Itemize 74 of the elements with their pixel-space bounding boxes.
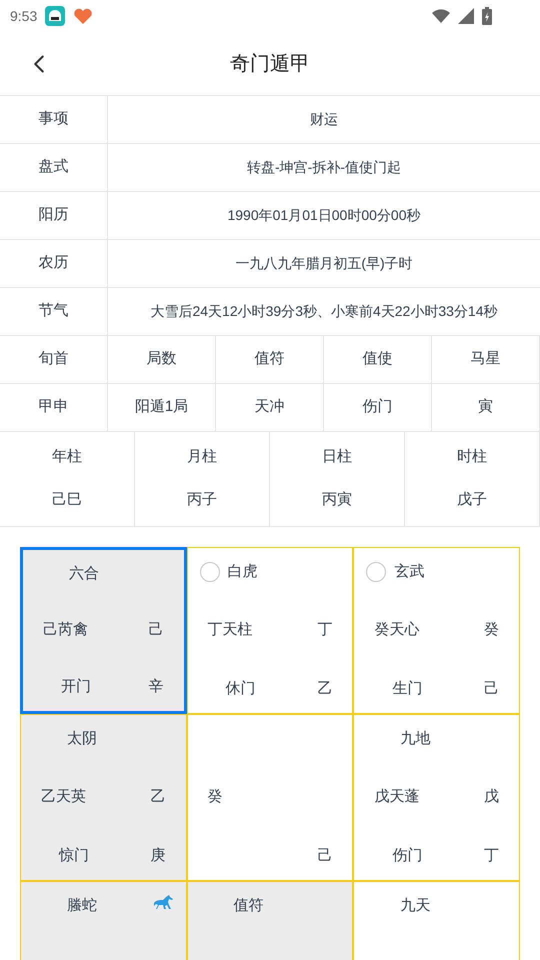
row-label: 事项 (0, 96, 108, 143)
star-label: 戊天蓬 (374, 787, 420, 808)
summary-value: 伤门 (324, 384, 432, 431)
door-label: 开门 (60, 676, 91, 697)
summary-header: 局数 (108, 336, 216, 383)
pillar-value: 己巳 (52, 490, 82, 510)
stem-label: 己 (148, 620, 164, 640)
pillar-header: 月柱 (187, 447, 217, 468)
star-label: 癸天心 (374, 620, 420, 640)
pillar-value: 丙寅 (322, 490, 352, 510)
row-label: 阳历 (0, 192, 108, 239)
door-label: 伤门 (391, 846, 422, 866)
signal-icon (458, 8, 474, 24)
stem-label: 丁 (317, 620, 332, 640)
status-time: 9:53 (10, 6, 38, 26)
stem-label: 丁 (484, 846, 499, 866)
deity-label: 九天 (400, 896, 430, 916)
stem-label: 己 (484, 678, 499, 699)
page-title: 奇门遁甲 (230, 52, 310, 76)
wifi-icon (432, 9, 450, 23)
row-label: 盘式 (0, 144, 108, 191)
row-value: 大雪后24天12小时39分3秒、小寒前4天22小时33分14秒 (149, 302, 498, 321)
palace-cell[interactable]: 癸 己 (186, 714, 354, 881)
palace-cell[interactable]: 螣蛇 (20, 881, 187, 960)
star-label: 己芮禽 (43, 620, 88, 640)
palace-cell[interactable]: 值符 (186, 881, 354, 960)
pillar-header: 时柱 (457, 447, 487, 468)
pillar-header: 年柱 (52, 447, 82, 468)
row-label: 农历 (0, 240, 108, 287)
palace-cell[interactable]: 九天 (353, 881, 520, 960)
door-label: 生门 (391, 678, 422, 699)
heart-icon (73, 7, 94, 25)
summary-header: 值符 (216, 336, 324, 383)
stem-label: 己 (317, 846, 332, 866)
stem-label: 乙 (150, 787, 166, 808)
summary-value: 寅 (432, 384, 540, 431)
stem-label: 乙 (317, 678, 332, 699)
summary-header: 马星 (432, 336, 540, 383)
deity-label: 螣蛇 (67, 896, 97, 916)
palace-cell[interactable]: 九地 戊天蓬 戊 伤门 丁 (353, 714, 520, 881)
summary-header: 值使 (324, 336, 432, 383)
deity-label: 九地 (400, 728, 430, 749)
battery-icon (482, 7, 492, 25)
star-label: 丁天柱 (208, 620, 253, 640)
row-value: 1990年01月01日00时00分00秒 (226, 206, 422, 225)
deity-label: 六合 (69, 564, 99, 584)
row-label: 节气 (0, 288, 108, 335)
door-label: 惊门 (58, 846, 89, 866)
pillar-value: 丙子 (187, 490, 217, 510)
deity-label: 太阴 (67, 728, 97, 749)
summary-header: 旬首 (0, 336, 108, 383)
star-label: 乙天英 (41, 787, 86, 808)
stem-label: 癸 (484, 620, 499, 640)
deity-label: 白虎 (228, 562, 258, 582)
star-label: 癸 (208, 787, 223, 808)
stem-label: 戊 (484, 787, 499, 808)
deity-label: 玄武 (394, 562, 424, 582)
row-value: 转盘-坤宫-拆补-值使门起 (246, 158, 402, 177)
app-icon (45, 6, 66, 26)
pillar-value: 戊子 (457, 490, 487, 510)
stem-label: 庚 (150, 846, 166, 866)
summary-value: 甲申 (0, 384, 108, 431)
row-value: 一九八九年腊月初五(早)子时 (234, 254, 414, 273)
stem-label: 辛 (148, 676, 164, 697)
summary-value: 阳遁1局 (108, 384, 216, 431)
deity-label: 值符 (234, 896, 264, 916)
palace-cell[interactable]: 太阴 乙天英 乙 惊门 庚 (20, 714, 187, 881)
pillar-header: 日柱 (322, 447, 352, 468)
palace-cell[interactable]: 六合 己芮禽 己 开门 辛 (20, 547, 187, 714)
palace-cell[interactable]: 白虎 丁天柱 丁 休门 乙 (186, 547, 354, 714)
palace-cell[interactable]: 玄武 癸天心 癸 生门 己 (353, 547, 520, 714)
door-label: 休门 (224, 678, 256, 699)
row-value: 财运 (309, 110, 339, 129)
summary-value: 天冲 (216, 384, 324, 431)
